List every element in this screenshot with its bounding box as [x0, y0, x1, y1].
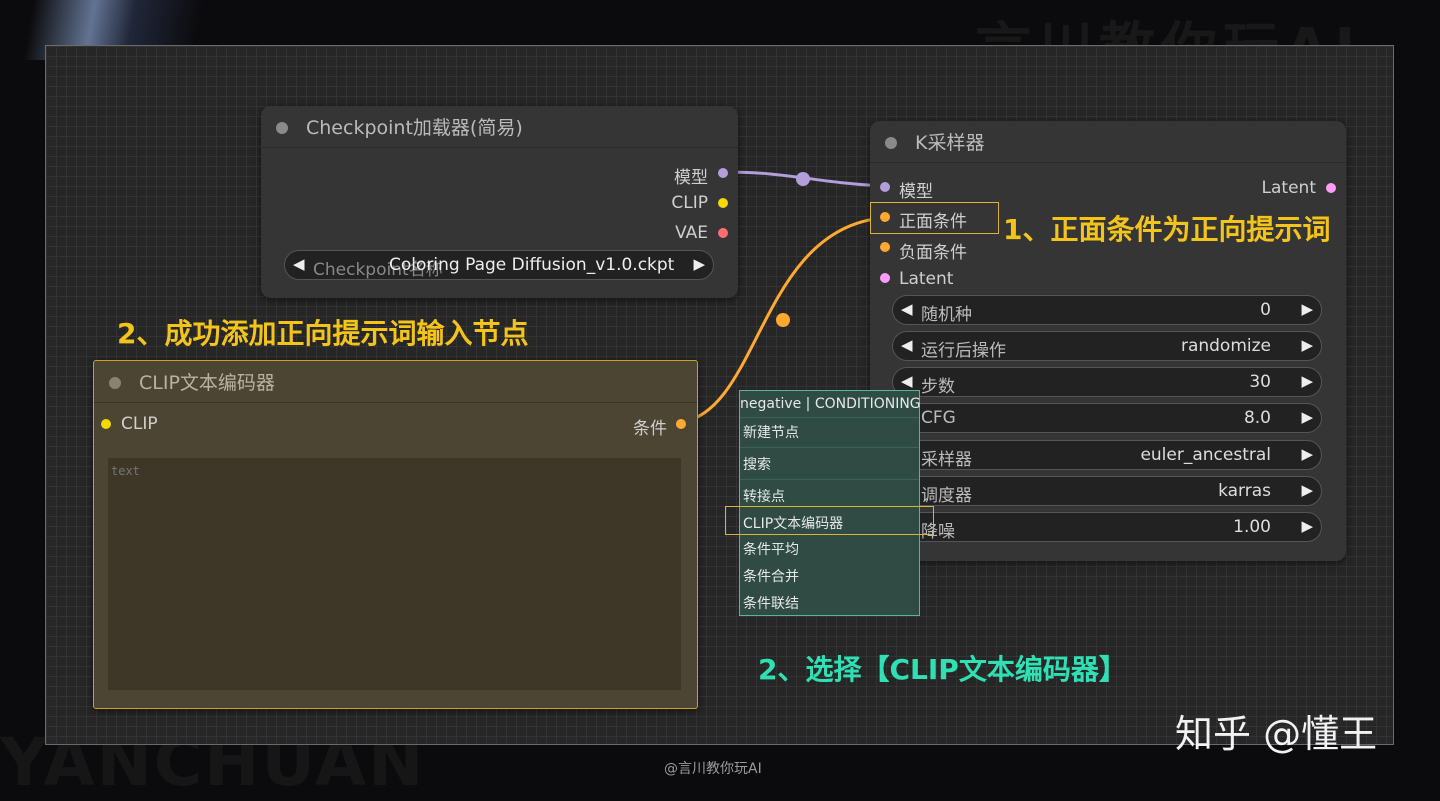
- input-clip-label: CLIP: [121, 414, 158, 434]
- input-model-dot[interactable]: [880, 182, 890, 192]
- input-model-label: 模型: [899, 182, 933, 202]
- output-vae-dot[interactable]: [718, 228, 728, 238]
- node-title: CLIP文本编码器: [139, 372, 275, 394]
- cfg-widget[interactable]: ◀ CFG 8.0 ▶: [892, 403, 1322, 433]
- arrow-left-icon[interactable]: ◀: [293, 255, 305, 273]
- output-model-label: 模型: [674, 168, 708, 188]
- annotation-added-node: 2、成功添加正向提示词输入节点: [117, 317, 529, 350]
- control-after-generate-widget[interactable]: ◀ 运行后操作 randomize ▶: [892, 331, 1322, 361]
- widget-value: 0: [1260, 300, 1271, 320]
- footer-watermark: @言川教你玩AI: [664, 761, 762, 777]
- widget-label: 调度器: [921, 486, 972, 506]
- arrow-right-icon[interactable]: ▶: [1301, 336, 1313, 354]
- input-negative-dot[interactable]: [880, 242, 890, 252]
- clip-text-encode-node[interactable]: CLIP文本编码器 CLIP 条件: [93, 360, 698, 709]
- arrow-right-icon[interactable]: ▶: [1301, 481, 1313, 499]
- sampler-name-widget[interactable]: ◀ 采样器 euler_ancestral ▶: [892, 440, 1322, 470]
- output-conditioning-dot[interactable]: [676, 419, 686, 429]
- menu-item-conditioning-average[interactable]: 条件平均: [743, 539, 799, 559]
- menu-item-search[interactable]: 搜索: [743, 454, 771, 474]
- collapse-dot-icon[interactable]: [109, 377, 121, 389]
- output-latent-label: Latent: [1261, 178, 1316, 198]
- zhihu-watermark: 知乎 @懂王: [1175, 712, 1378, 756]
- menu-divider: [740, 417, 919, 418]
- menu-item-reroute[interactable]: 转接点: [743, 486, 785, 506]
- output-latent-dot[interactable]: [1326, 183, 1336, 193]
- widget-label: 随机种: [921, 305, 972, 325]
- node-title-bar[interactable]: K采样器: [870, 121, 1346, 163]
- arrow-right-icon[interactable]: ▶: [693, 255, 705, 273]
- widget-label: 采样器: [921, 450, 972, 470]
- widget-value: 1.00: [1233, 517, 1271, 537]
- widget-value: karras: [1218, 481, 1271, 501]
- annotation-positive-condition: 1、正面条件为正向提示词: [1003, 213, 1331, 246]
- node-title: Checkpoint加载器(简易): [306, 117, 523, 139]
- node-title: K采样器: [915, 132, 985, 154]
- collapse-dot-icon[interactable]: [276, 122, 288, 134]
- input-clip-dot[interactable]: [101, 419, 111, 429]
- output-clip-label: CLIP: [671, 193, 708, 213]
- ksampler-node[interactable]: K采样器 模型 正面条件 负面条件 Latent Latent ◀ 随机种 0 …: [870, 121, 1346, 561]
- arrow-right-icon[interactable]: ▶: [1301, 408, 1313, 426]
- scheduler-widget[interactable]: ◀ 调度器 karras ▶: [892, 476, 1322, 506]
- menu-item-conditioning-combine[interactable]: 条件合并: [743, 566, 799, 586]
- output-conditioning-label: 条件: [633, 419, 667, 439]
- checkpoint-loader-node[interactable]: Checkpoint加载器(简易) 模型 CLIP VAE ◀ Checkpoi…: [261, 106, 738, 298]
- menu-item-conditioning-concat[interactable]: 条件联结: [743, 593, 799, 613]
- widget-value: randomize: [1180, 336, 1271, 356]
- node-title-bar[interactable]: Checkpoint加载器(简易): [261, 106, 738, 148]
- widget-value: 8.0: [1243, 408, 1271, 428]
- menu-divider: [740, 447, 919, 448]
- widget-label: CFG: [921, 408, 956, 428]
- widget-label: 步数: [921, 377, 955, 397]
- menu-divider: [740, 479, 919, 480]
- arrow-right-icon[interactable]: ▶: [1301, 372, 1313, 390]
- menu-item-new-node[interactable]: 新建节点: [743, 422, 799, 442]
- checkpoint-name-widget[interactable]: ◀ Checkpoint名称 Coloring Page Diffusion_v…: [284, 250, 714, 280]
- context-menu[interactable]: negative | CONDITIONING 新建节点 搜索 转接点 CLIP…: [739, 390, 921, 616]
- denoise-widget[interactable]: ◀ 降噪 1.00 ▶: [892, 512, 1322, 542]
- collapse-dot-icon[interactable]: [885, 137, 897, 149]
- steps-widget[interactable]: ◀ 步数 30 ▶: [892, 367, 1322, 397]
- arrow-left-icon[interactable]: ◀: [901, 300, 913, 318]
- input-latent-dot[interactable]: [880, 273, 890, 283]
- input-negative-label: 负面条件: [899, 243, 967, 263]
- arrow-right-icon[interactable]: ▶: [1301, 517, 1313, 535]
- widget-value: euler_ancestral: [1140, 445, 1271, 465]
- widget-label: 运行后操作: [921, 341, 1006, 361]
- arrow-left-icon[interactable]: ◀: [901, 372, 913, 390]
- arrow-right-icon[interactable]: ▶: [1301, 445, 1313, 463]
- output-clip-dot[interactable]: [718, 198, 728, 208]
- menu-header: negative | CONDITIONING: [740, 396, 921, 412]
- widget-value: 30: [1249, 372, 1271, 392]
- output-vae-label: VAE: [675, 223, 708, 243]
- prompt-textarea[interactable]: [108, 458, 681, 690]
- node-title-bar[interactable]: CLIP文本编码器: [94, 361, 697, 403]
- arrow-right-icon[interactable]: ▶: [1301, 300, 1313, 318]
- annotation-select-menu: 2、选择【CLIP文本编码器】: [758, 653, 1127, 686]
- widget-value: Coloring Page Diffusion_v1.0.ckpt: [389, 255, 675, 275]
- output-model-dot[interactable]: [718, 168, 728, 178]
- arrow-left-icon[interactable]: ◀: [901, 336, 913, 354]
- seed-widget[interactable]: ◀ 随机种 0 ▶: [892, 295, 1322, 325]
- menu-item-highlight: [725, 506, 934, 535]
- input-latent-label: Latent: [899, 269, 954, 289]
- positive-input-highlight: [870, 202, 999, 234]
